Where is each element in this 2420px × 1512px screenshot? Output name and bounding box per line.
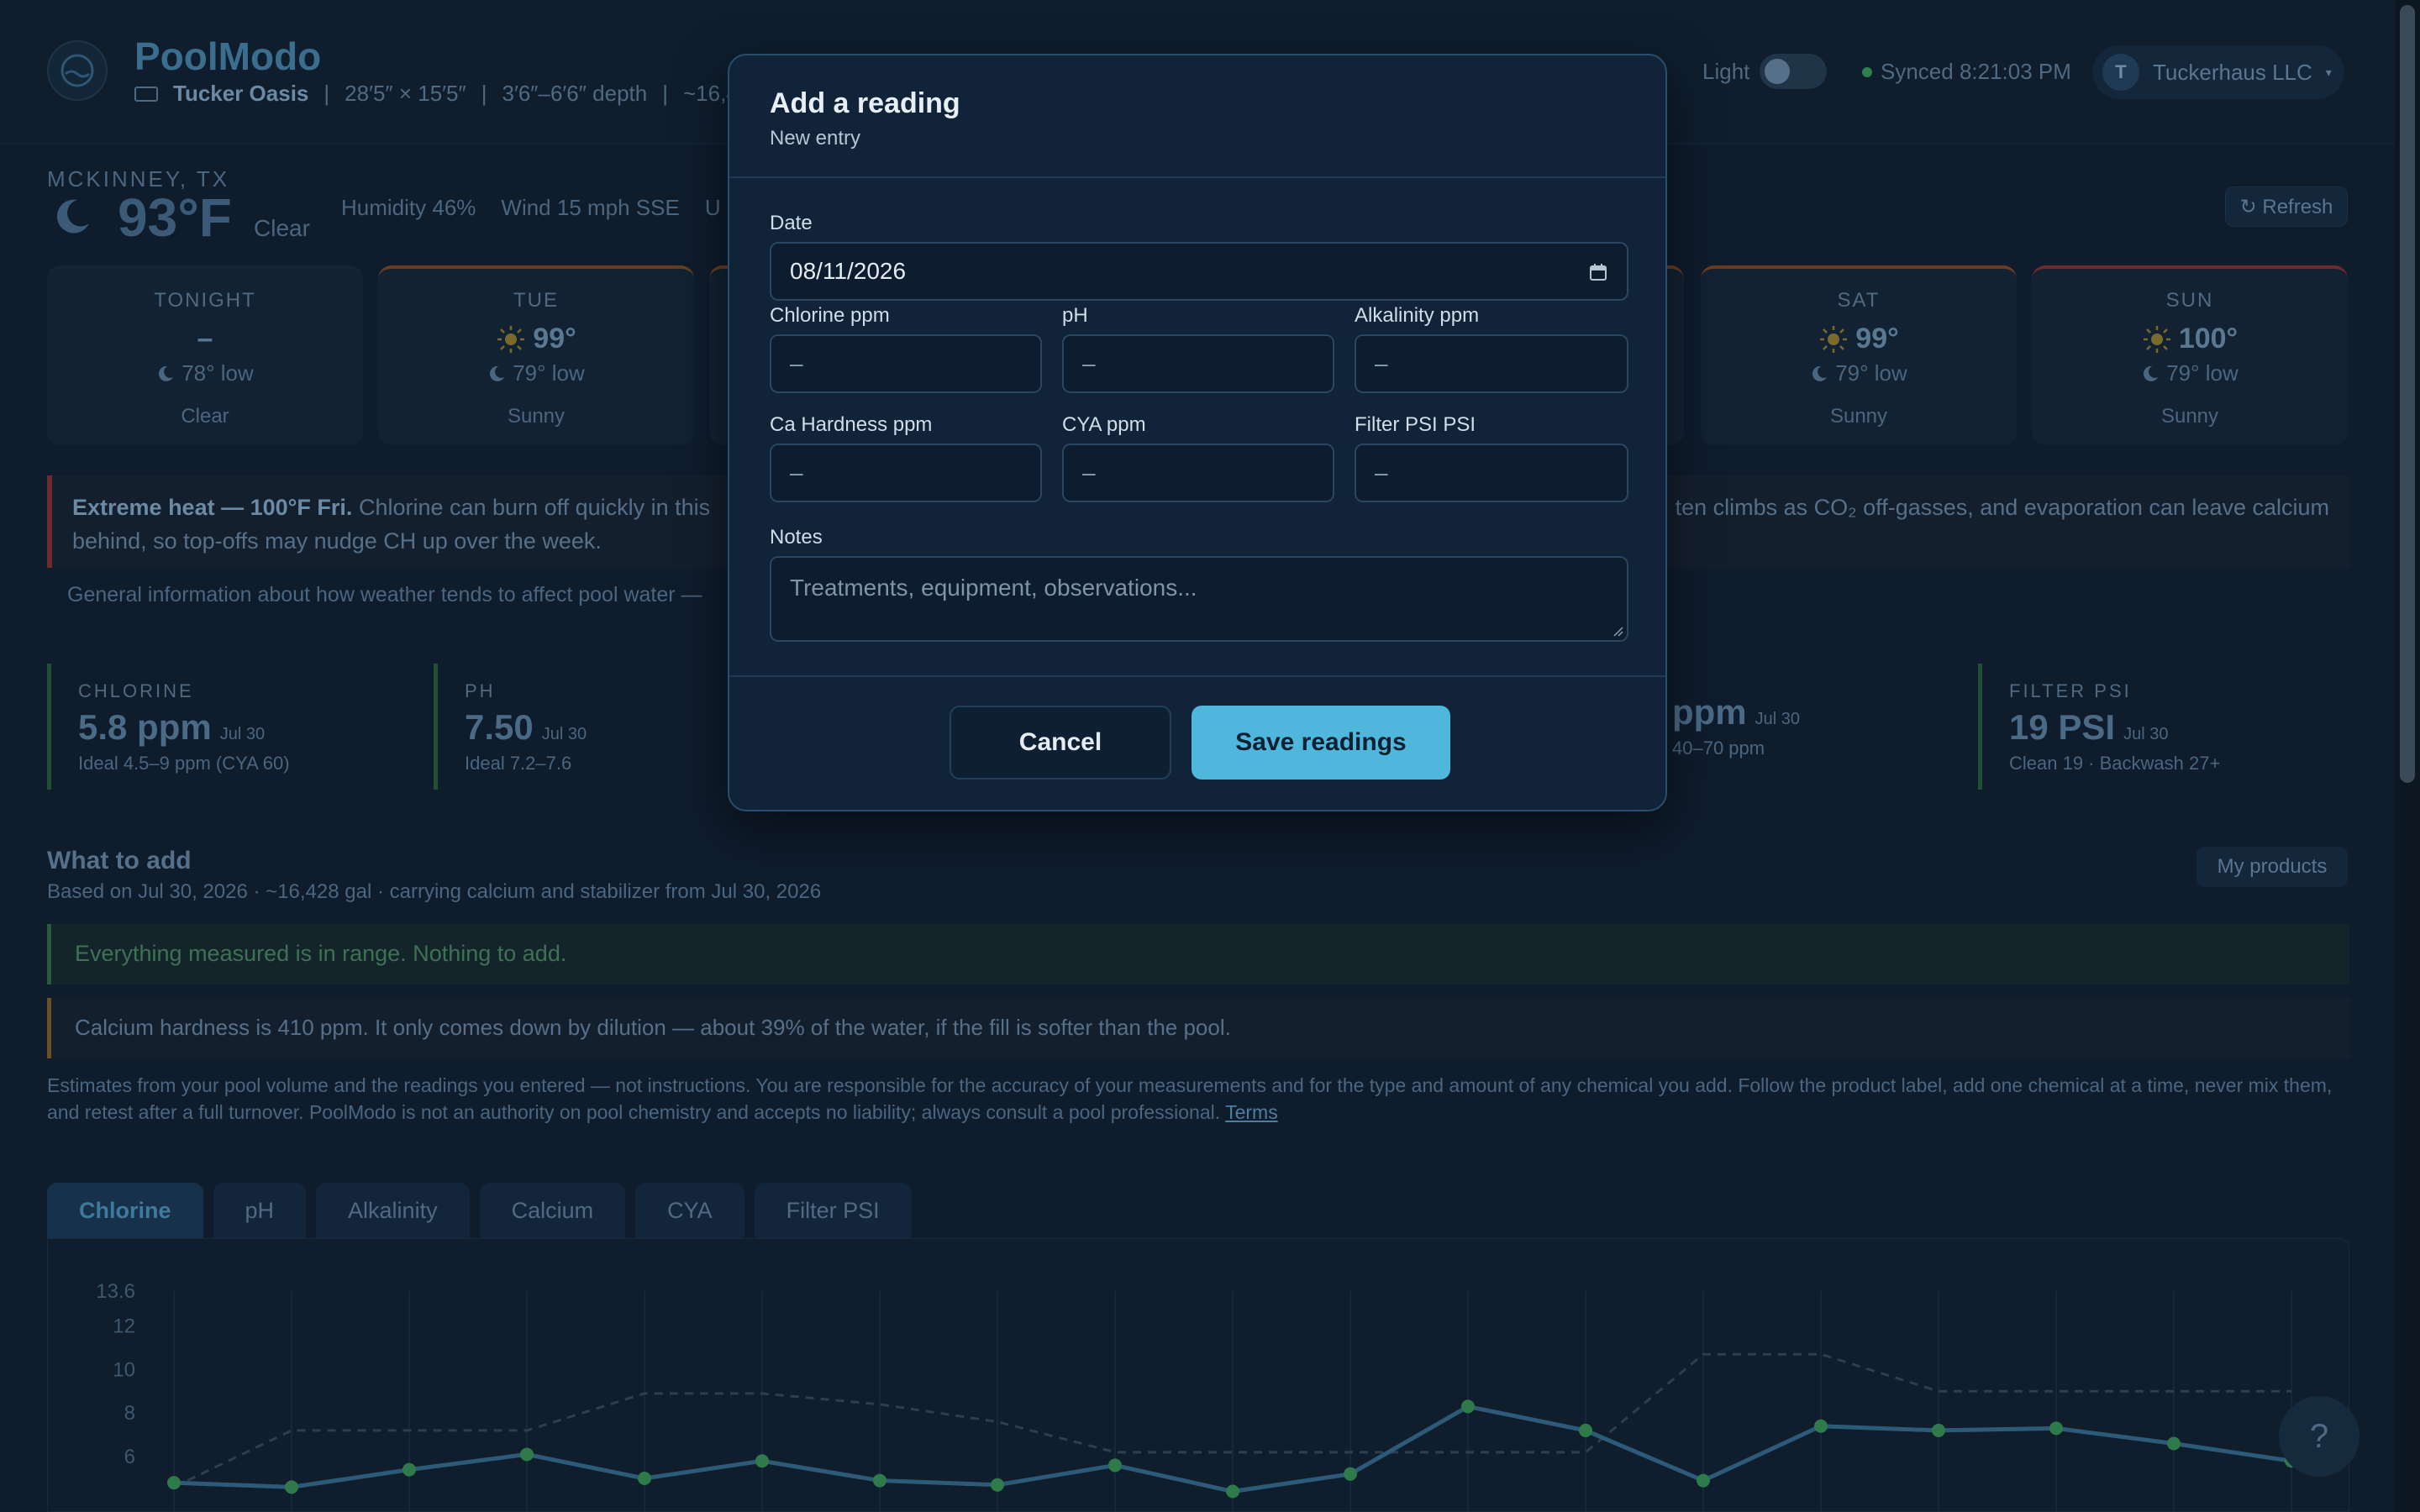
ca-hardness-label: Ca Hardness ppm [770, 413, 933, 436]
ph-label: pH [1062, 304, 1088, 327]
filter-psi-label: Filter PSI PSI [1355, 413, 1476, 436]
date-input[interactable]: 08/11/2026 [770, 242, 1628, 301]
ca-hardness-input[interactable]: – [770, 444, 1042, 502]
chlorine-label: Chlorine ppm [770, 304, 890, 327]
alkalinity-label: Alkalinity ppm [1355, 304, 1480, 327]
chlorine-input[interactable]: – [770, 334, 1042, 393]
calendar-icon[interactable] [1588, 262, 1608, 282]
notes-placeholder: Treatments, equipment, observations... [790, 575, 1197, 601]
filter-psi-input[interactable]: – [1355, 444, 1628, 502]
cya-label: CYA ppm [1062, 413, 1146, 436]
notes-textarea[interactable]: Treatments, equipment, observations... [770, 556, 1628, 642]
date-label: Date [770, 212, 813, 234]
ph-input[interactable]: – [1062, 334, 1334, 393]
resize-handle-icon[interactable] [1612, 625, 1623, 637]
cancel-button[interactable]: Cancel [950, 706, 1171, 780]
modal-subtitle: New entry [770, 127, 861, 150]
date-value: 08/11/2026 [790, 258, 907, 284]
modal-header: Add a reading New entry [729, 55, 1665, 178]
modal-title: Add a reading [770, 87, 960, 119]
modal-footer-divider [729, 675, 1665, 677]
save-readings-button[interactable]: Save readings [1192, 706, 1450, 780]
alkalinity-input[interactable]: – [1355, 334, 1628, 393]
notes-label: Notes [770, 526, 823, 549]
cya-input[interactable]: – [1062, 444, 1334, 502]
add-reading-modal: Add a reading New entry Date 08/11/2026 … [728, 54, 1667, 811]
